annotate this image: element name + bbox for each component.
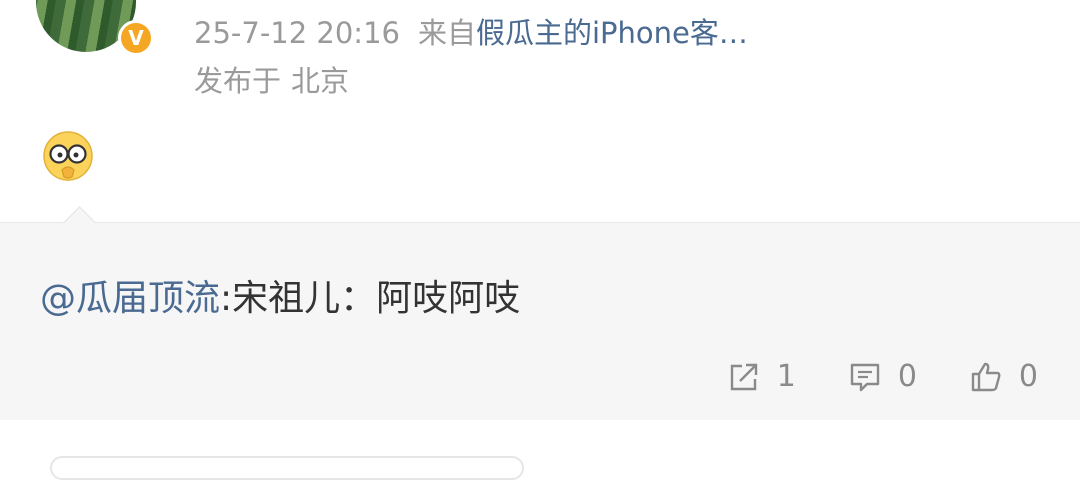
- post-timestamp: 25-7-12 20:16: [194, 16, 400, 50]
- thumbs-up-icon: [971, 362, 1001, 391]
- comment-icon: [850, 363, 880, 391]
- share-icon: [730, 363, 757, 390]
- retweet-mention-link[interactable]: @瓜届顶流: [40, 278, 220, 319]
- like-button[interactable]: 0: [969, 359, 1038, 394]
- location-prefix: 发布于: [194, 64, 282, 98]
- nerd-face-icon: [43, 131, 93, 181]
- retweet-text: @瓜届顶流:宋祖儿：阿吱阿吱: [40, 269, 520, 321]
- weibo-post: V 25-7-12 20:16 来自假瓜主的iPhone客… 发布于 北京: [0, 0, 1080, 222]
- retweet-content: :宋祖儿：阿吱阿吱: [220, 278, 521, 319]
- share-count: 1: [776, 359, 796, 394]
- bottom-area: [0, 420, 1080, 480]
- like-count: 0: [1018, 359, 1038, 394]
- comment-button[interactable]: 0: [848, 359, 917, 394]
- retweet-block[interactable]: @瓜届顶流:宋祖儿：阿吱阿吱 1 0 0: [0, 206, 1080, 421]
- source-prefix: 来自: [417, 16, 476, 50]
- post-meta: 25-7-12 20:16 来自假瓜主的iPhone客…: [194, 10, 748, 52]
- location-city: 北京: [291, 64, 350, 98]
- verified-badge-icon: V: [118, 20, 154, 56]
- source-client-link[interactable]: 假瓜主的iPhone客…: [476, 16, 748, 50]
- comment-count: 0: [897, 359, 917, 394]
- action-bar: 1 0 0: [727, 359, 1038, 394]
- share-button[interactable]: 1: [727, 359, 796, 394]
- post-location: 发布于 北京: [194, 58, 349, 100]
